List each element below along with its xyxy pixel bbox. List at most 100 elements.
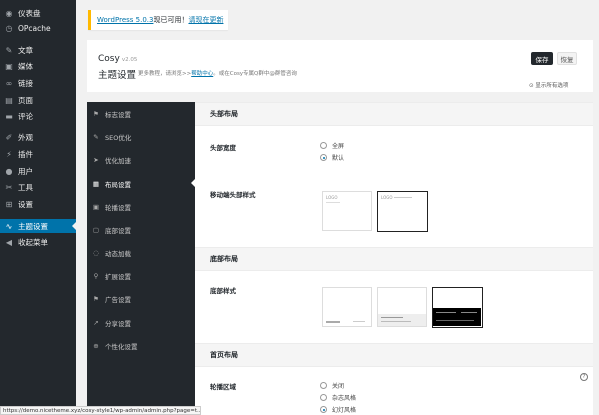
menu-label: 页面 — [18, 95, 33, 105]
pin-icon: ✎ — [5, 45, 13, 55]
footer-style-label: 底部样式 — [210, 287, 236, 295]
nav-item-personalize[interactable]: ⊕ 个性化设置 — [87, 334, 195, 357]
thumb-line — [326, 202, 340, 203]
wordpress-version-link[interactable]: WordPress 5.0.3 — [97, 16, 153, 24]
menu-item-appearance[interactable]: ✐ 外观 — [0, 130, 76, 144]
show-all-options-toggle[interactable]: ⊙ 显示所有选项 — [529, 81, 568, 89]
menu-item-settings[interactable]: ⊞ 设置 — [0, 197, 76, 211]
theme-brand: Cosy v2.05 — [98, 54, 137, 64]
nav-item-extend[interactable]: ⚲ 扩展设置 — [87, 264, 195, 287]
header-width-label: 头部宽度 — [210, 144, 236, 152]
radio-carousel-slideshow[interactable]: 幻灯风格 — [320, 405, 356, 414]
menu-label: 文章 — [18, 45, 33, 55]
dashboard-icon: ◉ — [5, 8, 13, 18]
thumb-band — [378, 314, 426, 326]
page-icon: ▤ — [5, 95, 13, 105]
nav-label: 优化加速 — [105, 156, 131, 165]
radio-fullscreen[interactable]: 全屏 — [320, 141, 344, 150]
radio-carousel-magazine[interactable]: 杂志风格 — [320, 393, 356, 402]
menu-item-posts[interactable]: ✎ 文章 — [0, 43, 76, 57]
nav-item-layout[interactable]: ▦ 布局设置 — [87, 172, 195, 195]
nav-item-footer[interactable]: ▢ 底部设置 — [87, 218, 195, 241]
help-center-link[interactable]: 帮助中心 — [191, 71, 213, 77]
desc-suffix: 。或在Cosy专属Q群中@群管咨询 — [213, 71, 297, 77]
thumb-logo: LOGO — [326, 195, 338, 200]
media-icon: ▣ — [5, 61, 13, 71]
menu-label: 外观 — [18, 132, 33, 142]
nav-item-seo[interactable]: ✎ SEO优化 — [87, 125, 195, 148]
footer-style-1[interactable] — [322, 287, 372, 327]
nav-label: 动态加载 — [105, 249, 131, 258]
menu-item-collapse[interactable]: ◀ 收起菜单 — [0, 235, 76, 249]
nav-item-ajax-loading[interactable]: ◌ 动态加载 — [87, 241, 195, 264]
mobile-header-style-1[interactable]: LOGO — [322, 191, 372, 231]
save-button[interactable]: 保存 — [531, 52, 553, 65]
nav-item-carousel[interactable]: ▣ 轮播设置 — [87, 195, 195, 218]
plugin-icon: ⚡ — [6, 149, 12, 159]
menu-item-dashboard[interactable]: ◉ 仪表盘 — [0, 6, 76, 20]
radio-dot-selected — [320, 154, 327, 161]
radio-label: 幻灯风格 — [332, 407, 357, 414]
thumb-line — [394, 197, 412, 198]
personal-icon: ⊕ — [93, 341, 99, 350]
extend-icon: ⚲ — [93, 271, 99, 280]
menu-item-opcache[interactable]: ◷ OPcache — [0, 21, 76, 35]
footer-style-3-selected[interactable] — [432, 287, 483, 328]
brand-name: Cosy — [98, 54, 120, 64]
menu-item-users[interactable]: ● 用户 — [0, 164, 76, 178]
menu-label: 工具 — [18, 182, 33, 192]
menu-item-theme-settings[interactable]: ∿ 主题设置 — [0, 219, 76, 233]
options-header: Cosy v2.05 主题设置 更多教程，请浏览>>帮助中心。或在Cosy专属Q群… — [87, 40, 593, 92]
menu-label: 主题设置 — [18, 221, 48, 231]
thumb-line — [381, 321, 411, 322]
nav-item-optimize[interactable]: ➤ 优化加速 — [87, 148, 195, 171]
page-description: 更多教程，请浏览>>帮助中心。或在Cosy专属Q群中@群管咨询 — [138, 69, 297, 77]
admin-sidebar: ◉ 仪表盘 ◷ OPcache ✎ 文章 ▣ 媒体 ∞ 链接 ▤ 页面 ▬ 评论 ✐ 外观 ⚡ 插… — [0, 0, 76, 415]
radio-label: 全屏 — [332, 143, 345, 150]
nav-label: 个性化设置 — [105, 342, 138, 351]
collapse-icon: ◀ — [5, 237, 13, 247]
thumb-line — [326, 321, 340, 323]
browser-status-bar: https://demo.nicetheme.xyz/cosy-style1/w… — [0, 406, 201, 415]
options-nav: ⚑ 标志设置 ✎ SEO优化 ➤ 优化加速 ▦ 布局设置 ▣ 轮播设置 ▢ 底部设置 ◌ 动态… — [87, 102, 195, 415]
ad-icon: ⚑ — [93, 294, 99, 303]
comment-icon: ▬ — [5, 111, 13, 121]
thumb-line — [436, 312, 456, 313]
menu-item-links[interactable]: ∞ 链接 — [0, 76, 76, 90]
radio-carousel-off[interactable]: 关闭 — [320, 381, 344, 390]
menu-label: 评论 — [18, 111, 33, 121]
user-icon: ● — [5, 166, 13, 176]
history-icon: ◷ — [5, 23, 13, 33]
menu-item-media[interactable]: ▣ 媒体 — [0, 59, 76, 73]
nav-item-share[interactable]: ↗ 分享设置 — [87, 311, 195, 334]
menu-item-pages[interactable]: ▤ 页面 — [0, 93, 76, 107]
menu-label: 设置 — [18, 199, 33, 209]
carousel-icon: ▣ — [92, 202, 100, 211]
update-notice: WordPress 5.0.3 现已可用！ 请现在更新 — [88, 10, 228, 30]
menu-item-comments[interactable]: ▬ 评论 — [0, 109, 76, 123]
footer-style-2[interactable] — [377, 287, 427, 327]
section-footer-layout: 底部布局 — [195, 247, 593, 271]
update-now-link[interactable]: 请现在更新 — [188, 15, 223, 25]
menu-item-plugins[interactable]: ⚡ 插件 — [0, 147, 76, 161]
nav-item-ads[interactable]: ⚑ 广告设置 — [87, 287, 195, 310]
menu-item-tools[interactable]: ✂ 工具 — [0, 180, 76, 194]
nav-label: SEO优化 — [105, 133, 132, 142]
radio-dot — [320, 142, 327, 149]
help-icon[interactable]: ? — [580, 373, 588, 381]
mobile-header-style-2[interactable]: LOGO — [377, 191, 428, 232]
reset-button[interactable]: 恢复 — [557, 52, 577, 65]
menu-label: 收起菜单 — [18, 237, 48, 247]
radio-dot — [320, 394, 327, 401]
radio-label: 默认 — [332, 155, 345, 162]
radio-default[interactable]: 默认 — [320, 153, 344, 162]
nav-item-logo[interactable]: ⚑ 标志设置 — [87, 102, 195, 125]
show-all-label: 显示所有选项 — [535, 83, 569, 89]
nav-label: 扩展设置 — [105, 272, 131, 281]
nav-label: 布局设置 — [105, 180, 131, 189]
nav-label: 底部设置 — [105, 226, 131, 235]
link-icon: ∞ — [5, 78, 13, 88]
layout-icon: ▦ — [92, 179, 100, 188]
radio-label: 关闭 — [332, 383, 345, 390]
nav-label: 轮播设置 — [105, 203, 131, 212]
